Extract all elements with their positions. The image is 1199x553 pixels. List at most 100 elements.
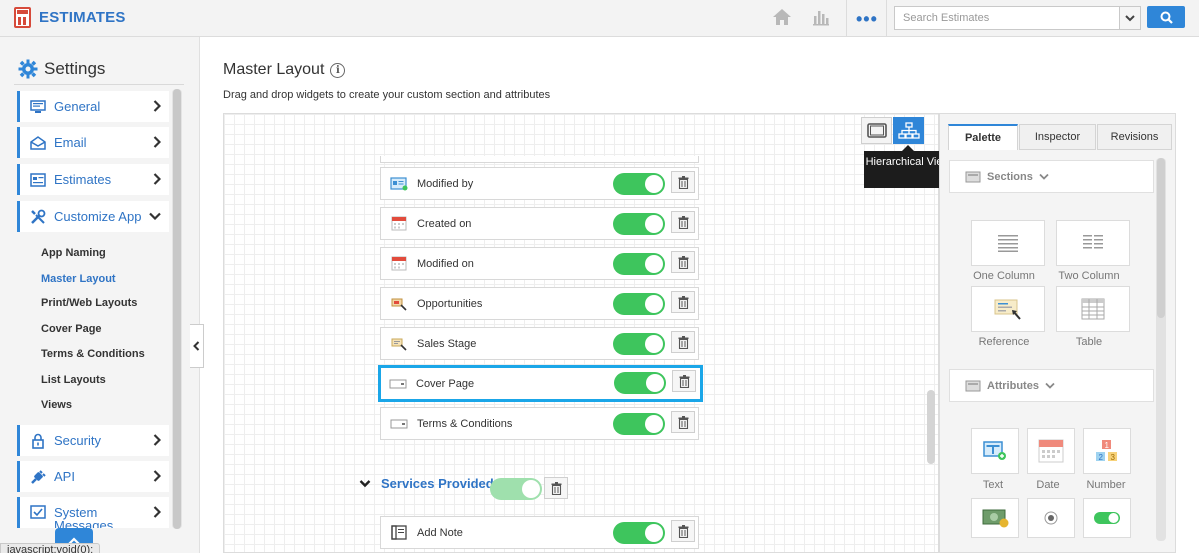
device-view-button[interactable] <box>861 117 892 144</box>
visibility-toggle[interactable] <box>613 253 665 275</box>
submenu-master-layout[interactable]: Master Layout <box>41 273 116 285</box>
chevron-down-icon <box>1045 382 1055 389</box>
field-row-cover-page[interactable]: Cover Page <box>378 365 703 402</box>
gear-icon <box>18 59 38 79</box>
reference-icon <box>994 299 1021 320</box>
email-icon <box>30 135 46 151</box>
section-title: Services Provided <box>381 476 494 491</box>
delete-button[interactable] <box>671 331 695 353</box>
more-options-icon[interactable]: ••• <box>856 9 878 30</box>
delete-button[interactable] <box>671 251 695 273</box>
two-column-icon <box>1083 235 1103 249</box>
chart-icon[interactable] <box>812 8 830 26</box>
tab-inspector[interactable]: Inspector <box>1019 124 1096 150</box>
widget-label: Table <box>1075 336 1103 348</box>
submenu-list-layouts[interactable]: List Layouts <box>41 374 106 386</box>
sidebar-item-system-messages[interactable]: System Messages <box>17 497 169 528</box>
field-row-add-note[interactable]: Add Note <box>380 516 699 549</box>
widget-text[interactable] <box>971 428 1019 474</box>
widget-radio[interactable] <box>1027 498 1075 538</box>
sidebar-item-security[interactable]: Security <box>17 425 169 456</box>
sidebar-item-api[interactable]: API <box>17 461 169 492</box>
sidebar-item-email[interactable]: Email <box>17 127 169 158</box>
widget-currency[interactable] <box>971 498 1019 538</box>
chevron-right-icon <box>153 100 161 112</box>
top-bar: ESTIMATES ••• <box>0 0 1199 37</box>
trash-icon <box>678 215 688 229</box>
visibility-toggle[interactable] <box>613 413 665 435</box>
status-bar-url: javascript:void(0); <box>0 543 101 553</box>
sidebar-scrollbar-thumb[interactable] <box>173 89 181 529</box>
chevron-right-icon <box>153 136 161 148</box>
section-header-services-provided[interactable]: Services Provided <box>359 476 494 491</box>
visibility-toggle[interactable] <box>613 522 665 544</box>
attributes-group-header[interactable]: Attributes <box>949 369 1154 402</box>
home-icon[interactable] <box>772 8 792 26</box>
widget-date[interactable] <box>1027 428 1075 474</box>
field-label: Created on <box>417 217 472 230</box>
note-icon <box>390 525 408 541</box>
toggle-icon <box>1094 512 1120 524</box>
field-row-opportunities[interactable]: Opportunities <box>380 287 699 320</box>
submenu-cover-page[interactable]: Cover Page <box>41 323 102 335</box>
delete-button[interactable] <box>672 370 696 392</box>
field-row-created-on[interactable]: Created on <box>380 207 699 240</box>
visibility-toggle[interactable] <box>613 293 665 315</box>
canvas-scrollbar[interactable] <box>927 390 935 464</box>
field-row-sales-stage[interactable]: Sales Stage <box>380 327 699 360</box>
search-filter-dropdown[interactable] <box>1119 6 1141 30</box>
chevron-right-icon <box>153 506 161 518</box>
currency-icon <box>982 509 1009 528</box>
widget-one-column[interactable] <box>971 220 1045 266</box>
sidebar-item-customize-app[interactable]: Customize App <box>17 201 169 232</box>
collapse-sidebar-button[interactable] <box>190 324 204 368</box>
sections-group-header[interactable]: Sections <box>949 160 1154 193</box>
hierarchical-view-button[interactable] <box>893 117 924 144</box>
chevron-down-icon[interactable] <box>359 479 371 488</box>
visibility-toggle[interactable] <box>613 333 665 355</box>
submenu-print-web-layouts[interactable]: Print/Web Layouts <box>41 297 137 309</box>
chevron-right-icon <box>153 434 161 446</box>
widget-number[interactable]: 123 <box>1083 428 1131 474</box>
tab-palette[interactable]: Palette <box>948 124 1018 150</box>
field-label: Modified on <box>417 257 474 270</box>
divider <box>886 0 887 37</box>
field-row-modified-by[interactable]: Modified by <box>380 167 699 200</box>
list-item <box>380 156 699 163</box>
widget-two-column[interactable] <box>1056 220 1130 266</box>
submenu-views[interactable]: Views <box>41 399 72 411</box>
field-row-terms-conditions[interactable]: Terms & Conditions <box>380 407 699 440</box>
delete-button[interactable] <box>671 291 695 313</box>
delete-button[interactable] <box>671 211 695 233</box>
widget-reference[interactable] <box>971 286 1045 332</box>
panel-scrollbar-thumb[interactable] <box>1157 158 1165 318</box>
field-label: Add Note <box>417 526 463 539</box>
section-delete-button[interactable] <box>544 477 568 499</box>
document-icon <box>30 172 46 188</box>
field-row-modified-on[interactable]: Modified on <box>380 247 699 280</box>
submenu-app-naming[interactable]: App Naming <box>41 247 106 259</box>
visibility-toggle[interactable] <box>613 213 665 235</box>
brand[interactable]: ESTIMATES <box>14 7 126 28</box>
widget-table[interactable] <box>1056 286 1130 332</box>
widget-toggle[interactable] <box>1083 498 1131 538</box>
sidebar-item-label: Security <box>54 433 101 448</box>
sidebar-item-estimates[interactable]: Estimates <box>17 164 169 195</box>
section-visibility-toggle[interactable] <box>490 478 542 500</box>
chevron-down-icon <box>1125 14 1135 21</box>
tablet-icon <box>866 123 887 138</box>
delete-button[interactable] <box>671 520 695 542</box>
number-icon: 12 3 <box>1096 440 1117 462</box>
visibility-toggle[interactable] <box>613 173 665 195</box>
tab-revisions[interactable]: Revisions <box>1097 124 1172 150</box>
search-input[interactable] <box>894 6 1120 30</box>
delete-button[interactable] <box>671 411 695 433</box>
chevron-right-icon <box>153 173 161 185</box>
page-title-text: Master Layout <box>223 61 325 78</box>
info-icon[interactable]: i <box>330 62 346 78</box>
visibility-toggle[interactable] <box>614 372 666 394</box>
sidebar-item-general[interactable]: General <box>17 91 169 122</box>
delete-button[interactable] <box>671 171 695 193</box>
search-button[interactable] <box>1147 6 1185 28</box>
submenu-terms-conditions[interactable]: Terms & Conditions <box>41 348 145 360</box>
